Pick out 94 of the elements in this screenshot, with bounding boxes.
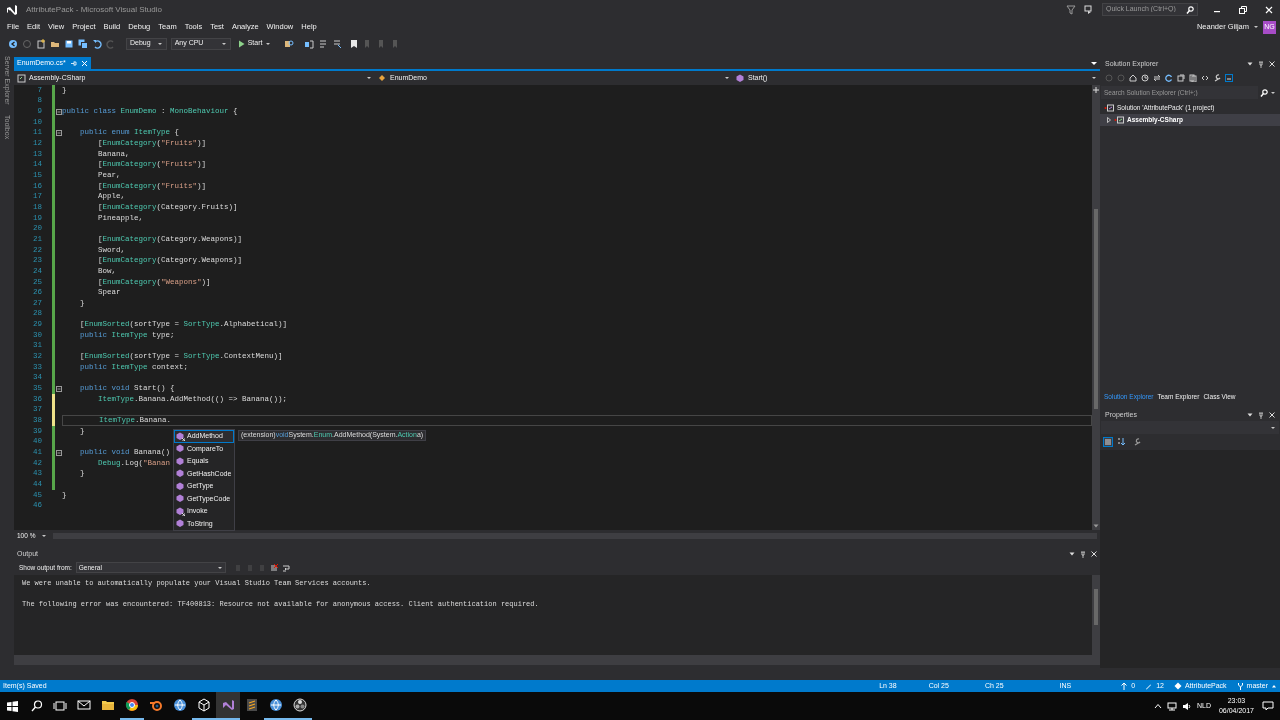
dropdown-icon[interactable] [1247, 412, 1253, 418]
dropdown-icon[interactable] [1069, 551, 1075, 557]
search-icon [1260, 88, 1268, 97]
collapsed-arrow-icon[interactable] [1106, 117, 1112, 123]
close-icon[interactable] [1269, 412, 1275, 418]
browser-icon [125, 698, 139, 712]
save-all-icon[interactable] [78, 38, 88, 49]
extension-method-icon [176, 431, 185, 441]
uncomment-icon[interactable] [332, 38, 343, 49]
history-icon[interactable] [1141, 74, 1149, 82]
collapse-icon[interactable] [55, 449, 62, 456]
notifications-icon[interactable] [1262, 701, 1274, 711]
caret-icon [265, 41, 272, 46]
sync-icon[interactable] [1153, 74, 1161, 82]
new-project-icon[interactable] [36, 38, 46, 49]
back-icon[interactable] [8, 38, 18, 49]
collapse-icon[interactable] [55, 129, 62, 136]
windows-icon [6, 700, 18, 712]
scrollbar-thumb[interactable] [1094, 589, 1098, 625]
diamond-icon [1173, 682, 1182, 690]
categorized-icon[interactable] [1103, 437, 1113, 447]
feedback-icon[interactable] [1084, 4, 1094, 15]
save-icon[interactable] [64, 38, 74, 49]
method-icon [176, 519, 185, 529]
play-icon [237, 39, 245, 48]
step-icon[interactable] [304, 38, 315, 49]
speaker-icon[interactable] [1181, 701, 1192, 711]
show-files-icon[interactable] [1189, 74, 1197, 82]
close-icon[interactable] [1091, 551, 1097, 557]
globe-icon [173, 698, 187, 712]
network-icon[interactable] [1166, 701, 1177, 711]
caret-icon [1270, 425, 1276, 430]
project-icon [1114, 116, 1125, 124]
class-icon [378, 73, 387, 83]
search-icon [1186, 5, 1194, 14]
caret-icon [156, 41, 163, 46]
app-logo-icon [6, 3, 18, 16]
word-wrap-icon[interactable] [281, 563, 290, 572]
dropdown-icon[interactable] [1247, 61, 1253, 67]
home-icon[interactable] [1129, 74, 1137, 82]
scrollbar[interactable] [1092, 575, 1100, 655]
ring-icon [149, 698, 163, 712]
window-title: AttributePack - Microsoft Visual Studio [26, 3, 162, 16]
caret-icon [41, 533, 48, 538]
collapse-icon[interactable] [55, 385, 62, 392]
scrollbar[interactable] [1092, 85, 1100, 530]
sort-alphabetical-icon[interactable] [1116, 437, 1126, 447]
project-icon [17, 73, 26, 83]
filter-icon[interactable] [1066, 4, 1076, 15]
tab-list-icon[interactable] [1090, 59, 1098, 67]
caret-icon [220, 41, 227, 46]
refresh-icon[interactable] [1165, 74, 1173, 82]
pencil-icon [1145, 682, 1153, 690]
restore-icon[interactable] [1238, 4, 1248, 15]
code-icon[interactable] [1201, 74, 1209, 82]
envelope-icon [77, 698, 91, 712]
branch-icon [1236, 682, 1244, 690]
caret-icon [1091, 76, 1097, 80]
wrench-icon[interactable] [1213, 74, 1221, 82]
caret-up-icon [1271, 684, 1277, 688]
undo-icon[interactable] [92, 38, 102, 49]
find-icon[interactable] [284, 38, 295, 49]
split-icon [1093, 87, 1099, 93]
caret-icon [1253, 25, 1259, 29]
wrench-icon[interactable] [1132, 437, 1142, 447]
chevron-up-icon[interactable] [1153, 703, 1162, 709]
caret-icon [366, 76, 372, 80]
horizontal-scrollbar[interactable] [14, 655, 1100, 665]
solution-icon [1104, 104, 1115, 112]
pin-icon[interactable] [1080, 550, 1086, 558]
extension-method-icon [176, 506, 185, 516]
close-icon[interactable] [1269, 61, 1275, 67]
method-icon [736, 73, 745, 83]
collapse-icon[interactable] [55, 108, 62, 115]
preview-icon[interactable] [1225, 74, 1233, 82]
document-icon [245, 698, 259, 712]
pin-icon[interactable] [1258, 60, 1264, 68]
bookmark-icon[interactable] [350, 38, 359, 49]
scrollbar-thumb[interactable] [1094, 208, 1098, 409]
cube-icon [197, 698, 211, 712]
comment-icon[interactable] [318, 38, 329, 49]
pin-icon[interactable] [1258, 411, 1264, 419]
collapse-all-icon[interactable] [1177, 74, 1185, 82]
folder-icon [101, 698, 115, 712]
scroll-down-icon [1093, 524, 1099, 528]
caret-icon [724, 76, 730, 80]
app-logo-icon [221, 698, 235, 712]
caret-icon [1270, 90, 1276, 95]
globe-icon [269, 698, 283, 712]
taskbar-app[interactable] [216, 692, 240, 720]
clear-all-icon[interactable] [269, 563, 278, 572]
caret-icon [216, 565, 223, 570]
up-arrow-icon [1121, 682, 1128, 690]
swirl-icon [293, 698, 307, 712]
